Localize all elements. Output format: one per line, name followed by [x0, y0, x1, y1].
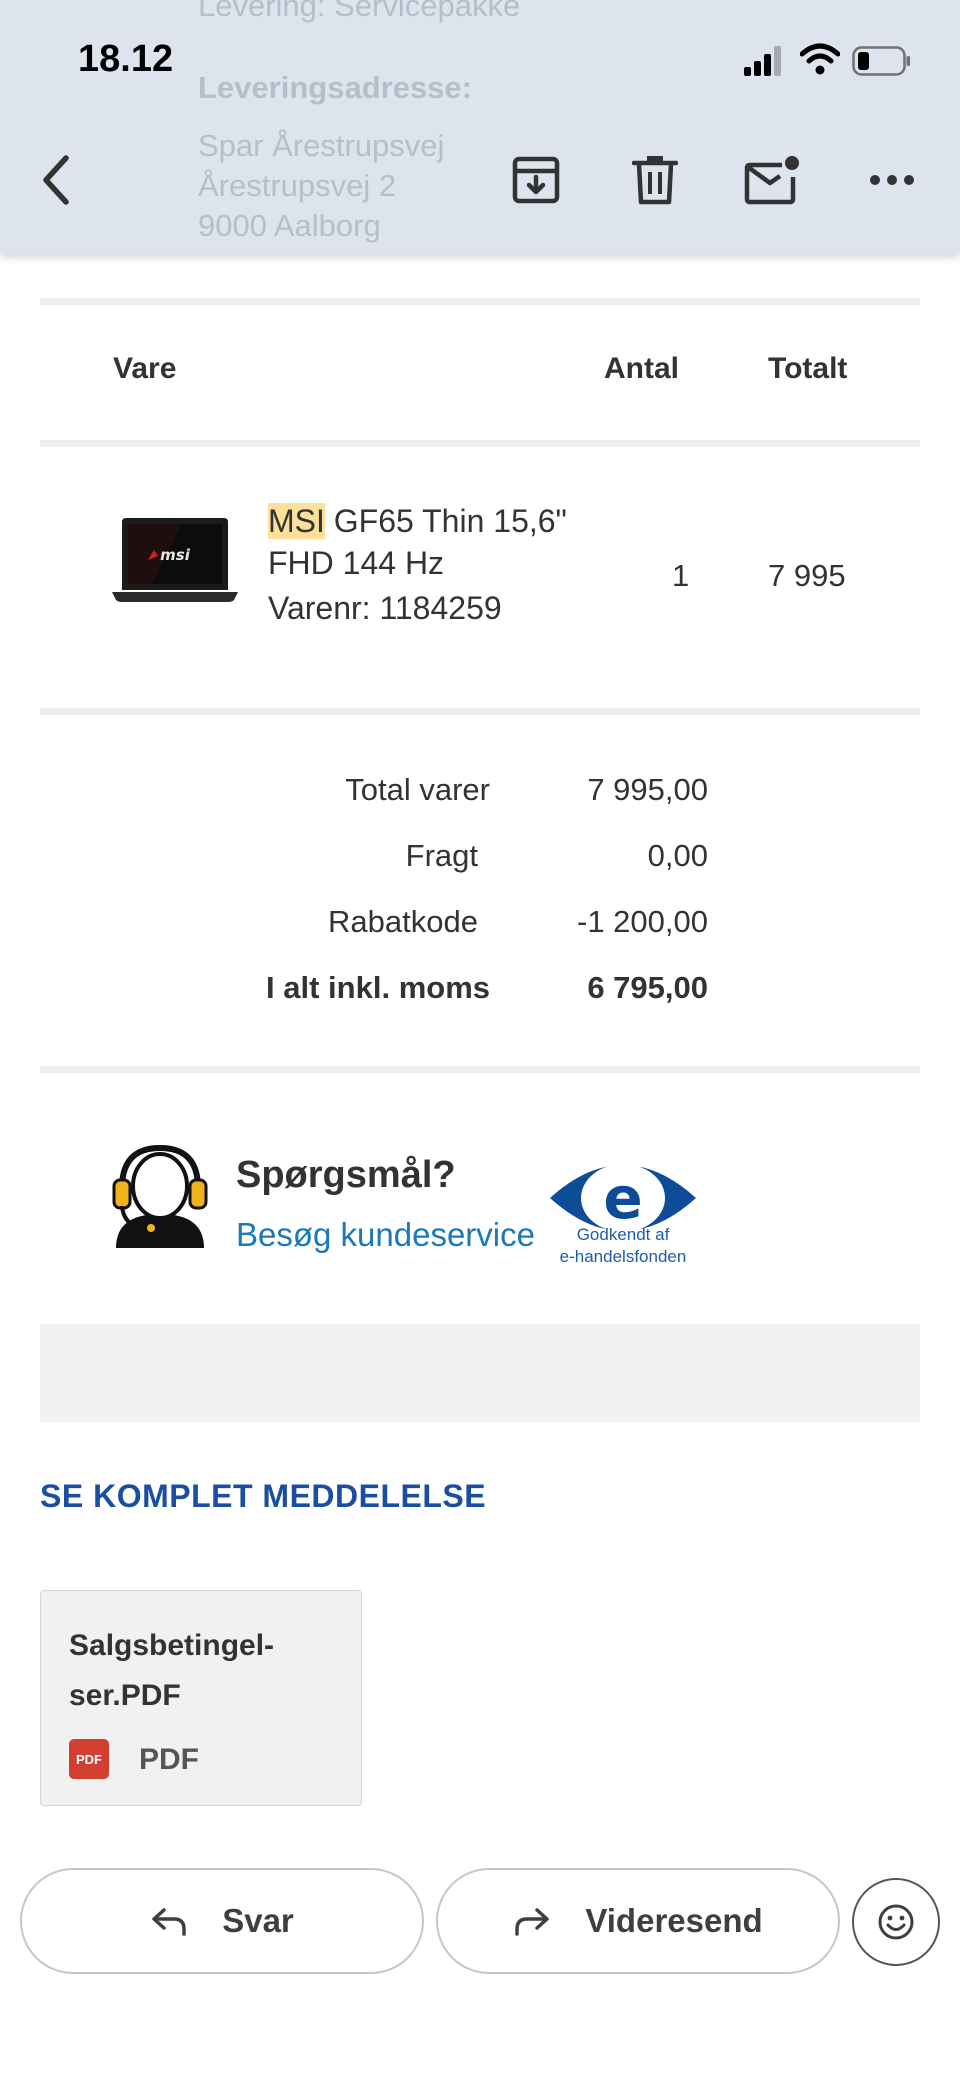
attachment-card[interactable]: Salgsbetingel-ser.PDF PDF PDF	[40, 1590, 362, 1806]
reply-button[interactable]: Svar	[20, 1868, 424, 1974]
top-toolbar: Levering: Servicepakke Leveringsadresse:…	[0, 0, 960, 254]
divider	[40, 440, 920, 447]
forward-label: Videresend	[585, 1902, 763, 1939]
divider	[40, 708, 920, 715]
header-total: Totalt	[768, 352, 848, 385]
ellipsis-icon	[870, 175, 914, 185]
divider	[40, 298, 920, 305]
summary-label: Fragt	[405, 838, 478, 873]
reply-arrow-icon	[152, 1908, 186, 1936]
trash-icon	[632, 156, 678, 205]
attachment-filename: Salgsbetingel-ser.PDF	[69, 1629, 275, 1712]
product-total: 7 995	[768, 558, 846, 593]
badge-line-2: e-handelsfonden	[559, 1247, 687, 1266]
wifi-icon	[800, 43, 840, 75]
product-quantity: 1	[672, 558, 690, 593]
status-time: 18.12	[78, 38, 174, 80]
mail-unread-icon	[744, 156, 799, 205]
header-item: Vare	[113, 352, 177, 385]
product-sku: Varenr: 1184259	[268, 590, 502, 626]
chevron-left-icon	[43, 155, 69, 205]
signal-icon	[744, 46, 782, 76]
bg-address-line: Spar Årestrupsvej	[198, 128, 445, 163]
divider	[40, 1066, 920, 1073]
headset-icon	[112, 1144, 208, 1248]
badge-line-1: Godkendt af	[576, 1225, 670, 1244]
product-brand: MSI	[268, 503, 325, 539]
back-button[interactable]	[26, 150, 86, 210]
e-handel-badge-text: Godkendt af e-handelsfonden	[548, 1224, 698, 1268]
product-name[interactable]: MSI GF65 Thin 15,6" FHD 144 Hz	[268, 500, 598, 584]
emoji-reaction-button[interactable]	[852, 1878, 940, 1966]
product-image[interactable]: msi	[112, 514, 238, 604]
svg-text:e: e	[603, 1164, 642, 1232]
bg-address-line: Årestrupsvej 2	[198, 168, 397, 203]
summary-total-label: I alt inkl. moms	[266, 970, 490, 1005]
forward-arrow-icon	[515, 1908, 550, 1936]
support-title: Spørgsmål?	[236, 1154, 456, 1196]
attachment-type: PDF	[139, 1743, 199, 1776]
bg-delivery-text: Levering: Servicepakke	[198, 0, 521, 23]
mark-unread-button[interactable]	[742, 150, 802, 210]
reply-label: Svar	[222, 1902, 294, 1939]
see-full-message-link[interactable]: SE KOMPLET MEDDELELSE	[40, 1478, 486, 1515]
battery-icon	[852, 46, 910, 76]
summary-value: -1 200,00	[577, 904, 708, 939]
forward-button[interactable]: Videresend	[436, 1868, 840, 1974]
summary-label: Total varer	[345, 772, 490, 807]
svg-text:msi: msi	[160, 546, 191, 564]
delete-button[interactable]	[625, 150, 685, 210]
summary-total-value: 6 795,00	[587, 970, 708, 1005]
header-quantity: Antal	[604, 352, 679, 385]
archive-icon	[512, 156, 560, 204]
summary-label: Rabatkode	[328, 904, 478, 939]
smiley-icon	[878, 1904, 914, 1940]
bg-address-line: 9000 Aalborg	[198, 208, 381, 243]
customer-service-link[interactable]: Besøg kundeservice	[236, 1216, 535, 1254]
bg-address-label: Leveringsadresse:	[198, 70, 472, 105]
more-options-button[interactable]	[862, 150, 922, 210]
summary-value: 0,00	[647, 838, 708, 873]
archive-button[interactable]	[506, 150, 566, 210]
summary-value: 7 995,00	[587, 772, 708, 807]
pdf-icon: PDF	[69, 1739, 109, 1779]
footer-band	[40, 1324, 920, 1422]
email-view: Levering: Servicepakke Leveringsadresse:…	[0, 0, 960, 2078]
